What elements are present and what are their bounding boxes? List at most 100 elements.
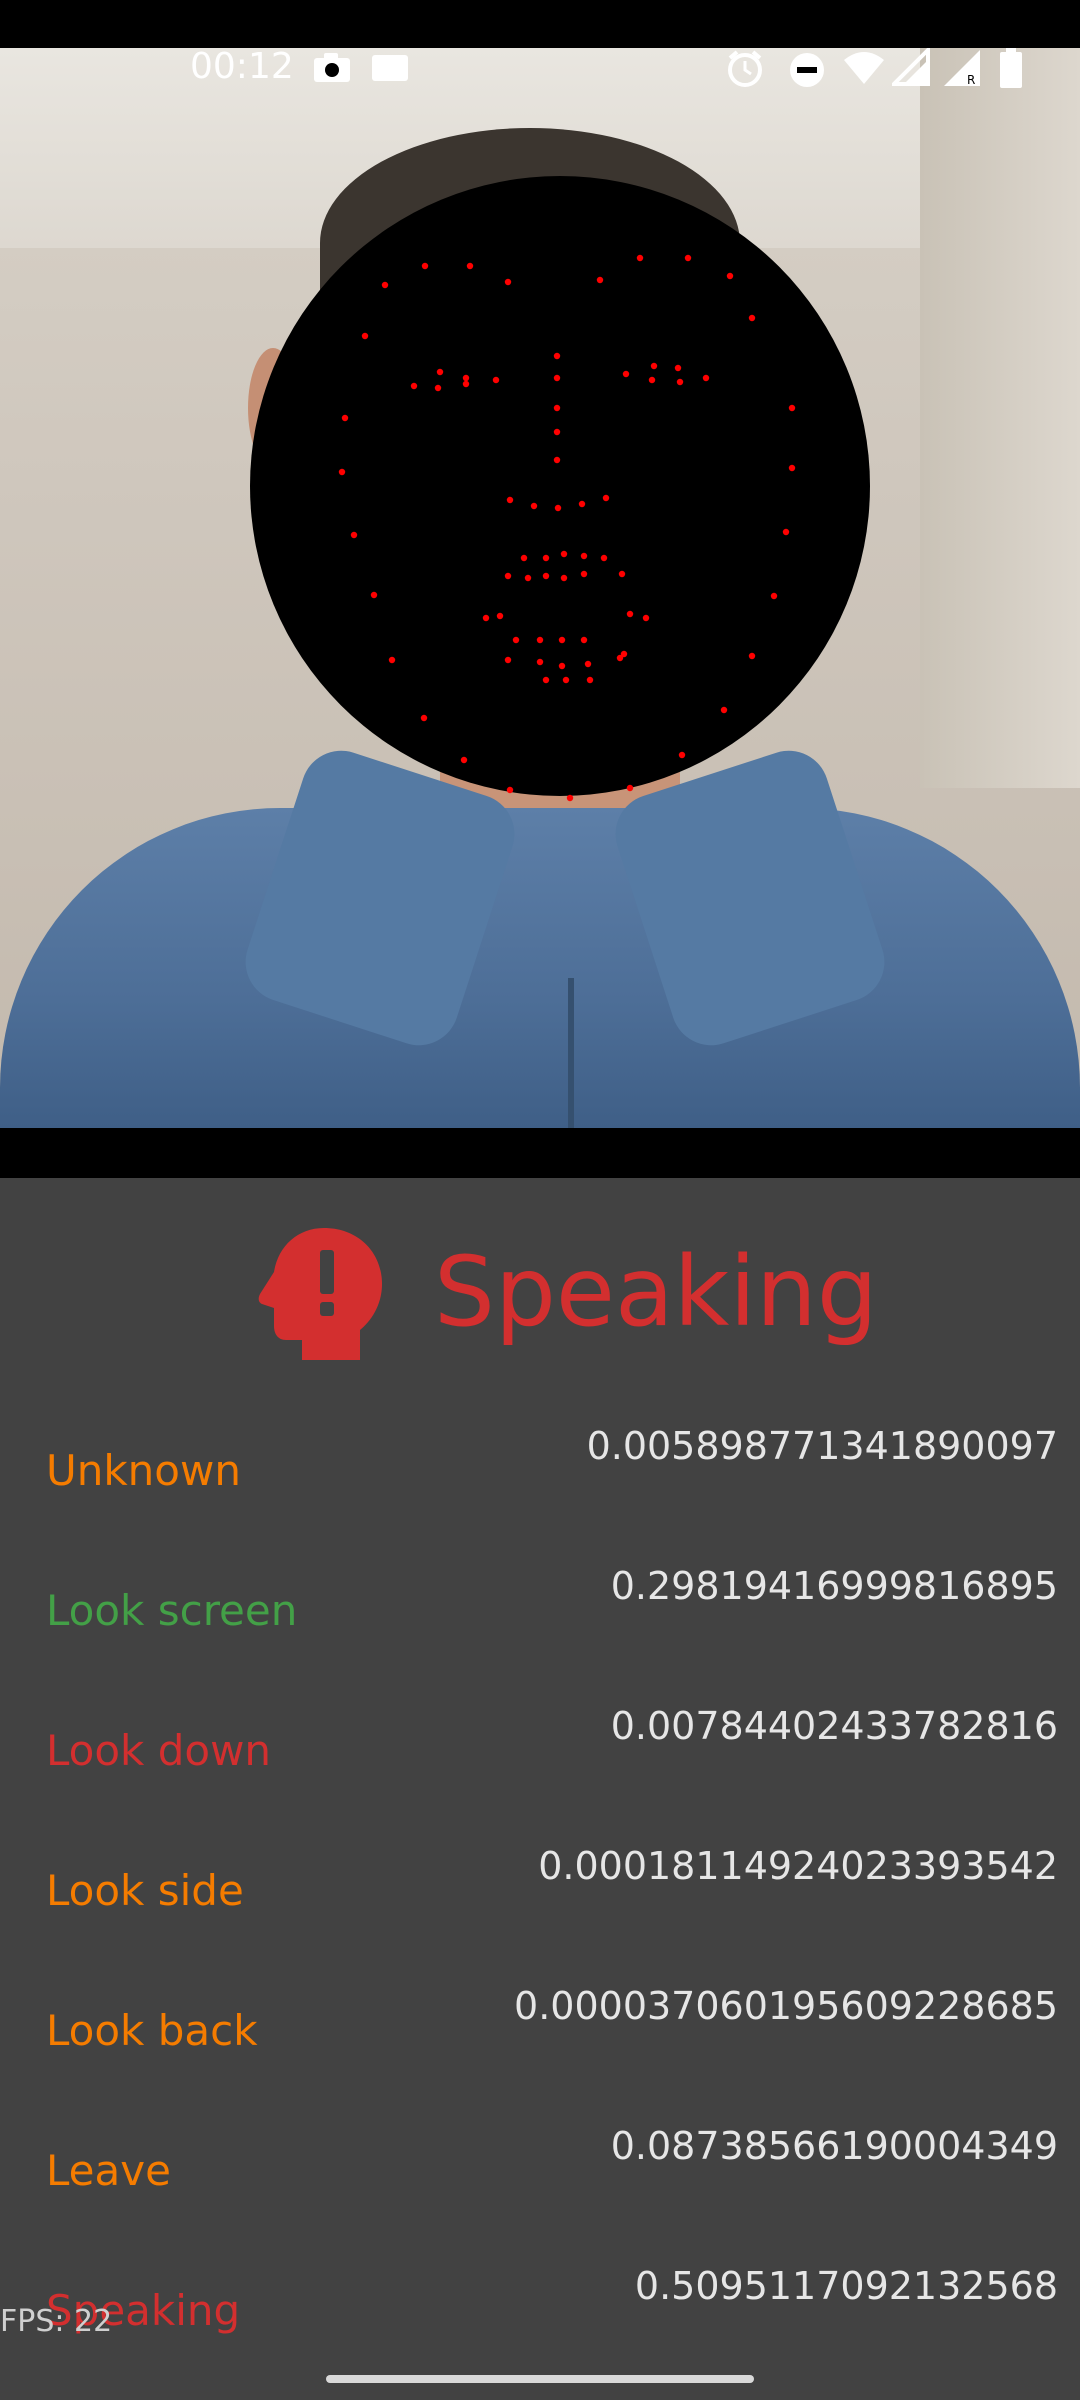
landmark-dot xyxy=(580,552,588,560)
landmark-dot xyxy=(770,592,778,600)
landmark-dot xyxy=(553,352,561,360)
landmark-dot xyxy=(684,254,692,262)
landmark-dot xyxy=(578,500,586,508)
landmark-dot xyxy=(650,362,658,370)
signal-icon xyxy=(889,45,930,90)
landmark-dot xyxy=(381,281,389,289)
landmark-dot xyxy=(580,636,588,644)
landmark-dot xyxy=(642,614,650,622)
svg-text:R: R xyxy=(967,73,975,87)
landmark-dot xyxy=(553,404,561,412)
classification-score: 0.00784402433782816 xyxy=(610,1704,1058,1748)
fps-counter: FPS: 22 xyxy=(0,2304,113,2339)
landmark-dot xyxy=(520,554,528,562)
landmark-dot xyxy=(678,751,686,759)
signal-roaming-icon: R xyxy=(942,48,982,92)
landmark-dot xyxy=(341,414,349,422)
landmark-dot xyxy=(524,574,532,582)
landmark-dot xyxy=(566,794,574,802)
landmark-dot xyxy=(350,531,358,539)
camera-icon xyxy=(312,50,352,93)
landmark-dot xyxy=(580,570,588,578)
landmark-dot xyxy=(553,456,561,464)
face-landmarks-overlay xyxy=(338,254,796,802)
landmark-dot xyxy=(536,658,544,666)
landmark-dot xyxy=(506,786,514,794)
landmark-dot xyxy=(602,494,610,502)
camera-preview xyxy=(0,48,1080,1128)
landmark-dot xyxy=(492,376,500,384)
wifi-icon xyxy=(842,50,886,90)
landmark-dot xyxy=(558,636,566,644)
landmark-dot xyxy=(554,504,562,512)
landmark-dot xyxy=(542,554,550,562)
do-not-disturb-icon xyxy=(789,52,825,92)
landmark-dot xyxy=(626,610,634,618)
landmark-dot xyxy=(596,276,604,284)
landmark-dot xyxy=(788,404,796,412)
landmark-dot xyxy=(504,278,512,286)
landmark-dot xyxy=(420,714,428,722)
landmark-dot xyxy=(618,570,626,578)
landmark-dot xyxy=(421,262,429,270)
landmark-dot xyxy=(506,496,514,504)
classification-score: 0.29819416999816895 xyxy=(610,1564,1058,1608)
head-alert-icon xyxy=(258,1226,384,1362)
landmark-dot xyxy=(788,464,796,472)
landmark-dot xyxy=(648,376,656,384)
status-bar-time: 00:12 xyxy=(190,46,294,87)
landmark-dot xyxy=(622,370,630,378)
classification-score: 0.00018114924023393542 xyxy=(538,1844,1058,1888)
landmark-dot xyxy=(616,654,624,662)
landmark-dot xyxy=(542,572,550,580)
landmark-dot xyxy=(782,528,790,536)
classification-panel xyxy=(0,1178,1080,2400)
landmark-dot xyxy=(370,591,378,599)
top-band xyxy=(0,0,1080,48)
landmark-dot xyxy=(462,374,470,382)
image-icon xyxy=(370,52,410,92)
landmark-dot xyxy=(626,784,634,792)
alarm-icon xyxy=(725,48,765,92)
landmark-dot xyxy=(460,756,468,764)
classification-label: Look down xyxy=(46,1726,272,1775)
landmark-dot xyxy=(542,676,550,684)
classification-label: Unknown xyxy=(46,1446,241,1495)
landmark-dot xyxy=(560,574,568,582)
landmark-dot xyxy=(530,502,538,510)
classification-label: Look screen xyxy=(46,1586,298,1635)
landmark-dot xyxy=(636,254,644,262)
landmark-dot xyxy=(586,676,594,684)
classification-label: Look side xyxy=(46,1866,244,1915)
landmark-dot xyxy=(560,550,568,558)
landmark-dot xyxy=(553,374,561,382)
landmark-dot xyxy=(462,380,470,388)
landmark-dot xyxy=(361,332,369,340)
landmark-dot xyxy=(496,612,504,620)
classification-label: Leave xyxy=(46,2146,171,2195)
landmark-dot xyxy=(600,554,608,562)
landmark-dot xyxy=(748,314,756,322)
landmark-dot xyxy=(482,614,490,622)
landmark-dot xyxy=(558,662,566,670)
landmark-dot xyxy=(434,384,442,392)
landmark-dot xyxy=(702,374,710,382)
landmark-dot xyxy=(512,636,520,644)
camera-bottom-band xyxy=(0,1128,1080,1178)
landmark-dot xyxy=(726,272,734,280)
landmark-dot xyxy=(553,428,561,436)
landmark-dot xyxy=(504,656,512,664)
classification-score: 0.08738566190004349 xyxy=(610,2124,1058,2168)
landmark-dot xyxy=(584,660,592,668)
landmark-dot xyxy=(504,572,512,580)
battery-icon xyxy=(998,48,1024,94)
landmark-dot xyxy=(466,262,474,270)
landmark-dot xyxy=(720,706,728,714)
landmark-dot xyxy=(338,468,346,476)
current-status-label: Speaking xyxy=(434,1236,878,1348)
landmark-dot xyxy=(436,368,444,376)
gesture-handle[interactable] xyxy=(326,2375,754,2383)
landmark-dot xyxy=(388,656,396,664)
classification-score: 0.005898771341890097 xyxy=(586,1424,1058,1468)
landmark-dot xyxy=(562,676,570,684)
